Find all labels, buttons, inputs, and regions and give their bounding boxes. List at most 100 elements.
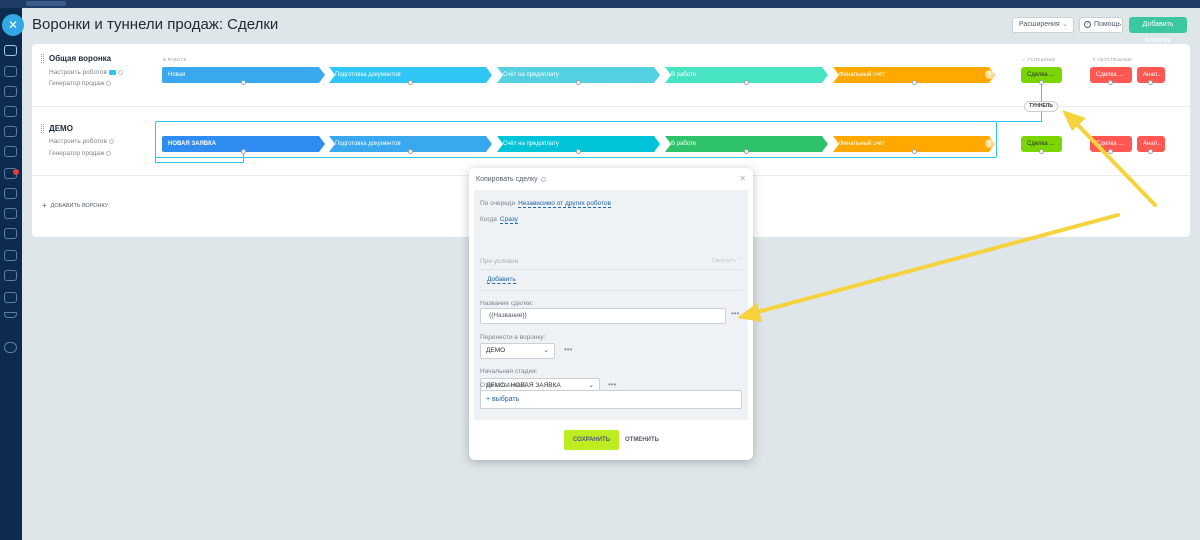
move-funnel-value: ДЕМО	[486, 347, 506, 354]
left-sidebar	[0, 8, 22, 540]
dialog-title-text: Копировать сделку	[476, 176, 538, 183]
start-stage-label: Начальная стадия:	[480, 368, 538, 375]
group-label-fail-text: Неуспешные	[1097, 57, 1133, 62]
group-label-fail: ✕ Неуспешные	[1092, 57, 1133, 62]
cart-menu-icon[interactable]	[4, 126, 17, 137]
chevron-up-icon: ⌃	[737, 258, 742, 264]
add-stage-icon[interactable]: +	[985, 139, 994, 148]
robots-link[interactable]: Настроить роботов	[49, 69, 123, 76]
responsible-label: Ответственный:	[480, 382, 529, 389]
docs-menu-icon[interactable]	[4, 228, 17, 239]
analytics-menu-icon[interactable]	[4, 106, 17, 117]
close-icon[interactable]: ✕	[739, 174, 746, 183]
top-strip	[0, 0, 1200, 8]
question-icon: ?	[1084, 21, 1091, 28]
close-icon[interactable]: ✕	[2, 14, 24, 36]
contacts-menu-icon[interactable]	[4, 86, 17, 97]
robots-link[interactable]: Настроить роботов	[49, 138, 114, 145]
extensions-label: Расширения	[1019, 21, 1060, 28]
connector-dot[interactable]	[1108, 80, 1113, 85]
copy-deal-dialog: Копировать сделку ✕ По очереди Независимо…	[469, 168, 753, 460]
drag-handle-icon[interactable]	[41, 124, 44, 133]
connector-dot[interactable]	[576, 149, 581, 154]
connector-dot[interactable]	[241, 80, 246, 85]
connector-dot[interactable]	[912, 149, 917, 154]
connector-dot[interactable]	[1148, 149, 1153, 154]
add-funnel-button[interactable]: Добавить воронку	[1129, 17, 1187, 44]
collapse-link[interactable]: Свернуть ⌃	[712, 258, 742, 264]
file-menu-icon[interactable]	[4, 270, 17, 281]
move-funnel-label: Перенести в воронку:	[480, 334, 546, 341]
deal-name-label: Название сделки:	[480, 300, 534, 307]
robot-icon	[108, 69, 116, 75]
generator-link[interactable]: Генератор продаж	[49, 80, 112, 87]
connector-dot[interactable]	[241, 149, 246, 154]
tunnel-badge[interactable]: ТУННЕЛЬ	[1024, 101, 1058, 112]
hint-icon	[108, 138, 114, 144]
extensions-dropdown[interactable]: Расширения ⌄	[1012, 17, 1074, 33]
more-icon[interactable]: •••	[608, 381, 616, 389]
when-row: Когда Сразу	[480, 216, 518, 224]
page-title: Воронки и туннели продаж: Сделки	[32, 16, 279, 33]
add-fail-stage-icon[interactable]: +	[1168, 70, 1177, 79]
group-label-in-work: В работе	[163, 57, 187, 62]
connector-dot[interactable]	[1148, 80, 1153, 85]
hint-icon	[117, 69, 123, 75]
connector-dot[interactable]	[744, 149, 749, 154]
dialog-title: Копировать сделку	[476, 176, 546, 183]
add-funnel-link[interactable]: + ДОБАВИТЬ ВОРОНКУ	[42, 201, 108, 210]
tasks-menu-icon[interactable]	[4, 146, 17, 157]
robots-link-label: Настроить роботов	[49, 69, 107, 76]
tunnel-line	[155, 162, 243, 163]
connector-dot[interactable]	[912, 80, 917, 85]
connector-dot[interactable]	[1108, 149, 1113, 154]
more-icon[interactable]: •••	[564, 346, 572, 354]
group-label-success-text: Успешные	[1027, 57, 1056, 62]
tunnel-line	[997, 121, 1042, 122]
gear-icon[interactable]	[4, 342, 17, 353]
connector-dot[interactable]	[576, 80, 581, 85]
box-menu-icon[interactable]	[4, 250, 17, 261]
connector-dot[interactable]	[744, 80, 749, 85]
add-condition-link[interactable]: Добавить	[487, 276, 516, 284]
connector-dot[interactable]	[408, 80, 413, 85]
more-icon[interactable]: •••	[731, 310, 739, 318]
calendar-menu-icon[interactable]	[4, 66, 17, 77]
generator-link-label: Генератор продаж	[49, 80, 105, 87]
add-stage-icon[interactable]: +	[985, 70, 994, 79]
collapse-label: Свернуть	[711, 258, 736, 264]
drag-handle-icon[interactable]	[41, 54, 44, 63]
order-value-link[interactable]: Независимо от других роботов	[518, 200, 611, 208]
robots-link-label: Настроить роботов	[49, 138, 107, 145]
row-divider	[32, 106, 1190, 107]
notification-badge	[13, 169, 19, 175]
when-value-link[interactable]: Сразу	[499, 216, 518, 224]
add-funnel-label: ДОБАВИТЬ ВОРОНКУ	[50, 203, 109, 209]
chevron-down-icon: ⌄	[1062, 21, 1068, 28]
funnel-menu-icon[interactable]	[4, 45, 17, 56]
responsible-select[interactable]: + выбрать	[480, 390, 742, 409]
order-row: По очереди Независимо от других роботов	[480, 200, 611, 208]
generator-link-label: Генератор продаж	[49, 150, 105, 157]
chart-menu-icon[interactable]	[4, 188, 17, 199]
add-fail-stage-icon[interactable]: +	[1168, 139, 1177, 148]
generator-link[interactable]: Генератор продаж	[49, 150, 112, 157]
funnel-name: ДЕМО	[49, 124, 73, 133]
edit-menu-icon[interactable]	[4, 292, 17, 303]
hint-icon	[540, 176, 546, 182]
deal-name-input[interactable]: {{Название}}	[480, 308, 726, 324]
save-button[interactable]: СОХРАНИТЬ	[564, 430, 619, 450]
connector-dot[interactable]	[1039, 149, 1044, 154]
divider	[480, 290, 742, 291]
connector-dot[interactable]	[408, 149, 413, 154]
help-button[interactable]: ? Помощь	[1079, 17, 1123, 33]
mail-menu-icon[interactable]	[4, 208, 17, 219]
cancel-button[interactable]: ОТМЕНИТЬ	[625, 430, 659, 450]
move-funnel-select[interactable]: ДЕМО ⌄	[480, 343, 555, 359]
browser-tab[interactable]	[26, 1, 66, 6]
chevron-down-icon: ⌄	[543, 347, 549, 354]
plus-icon: +	[42, 201, 47, 210]
hint-icon	[106, 80, 112, 86]
group-label-success: ✓ Успешные	[1022, 57, 1056, 62]
chevron-down-icon[interactable]	[4, 312, 17, 318]
